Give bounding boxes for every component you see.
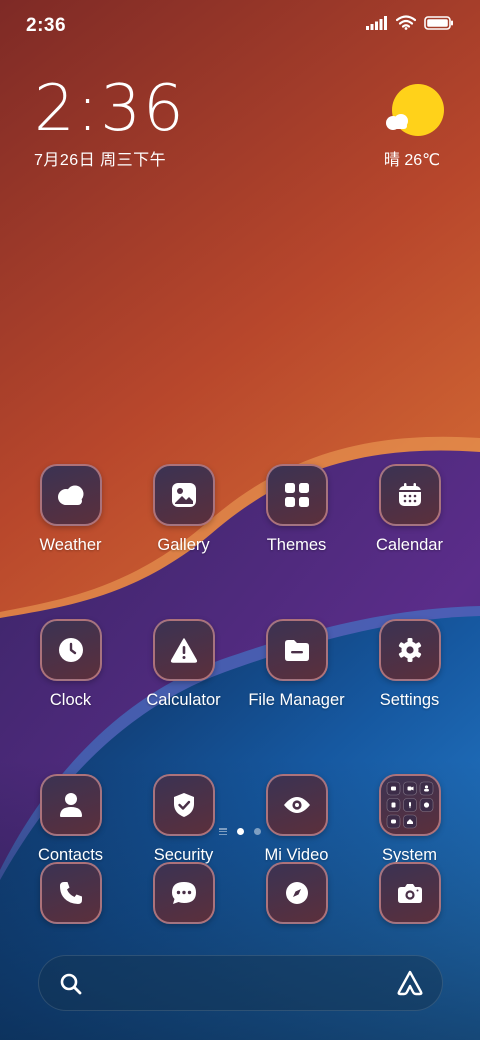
widget-date: 7月26日 周三下午 (34, 152, 167, 169)
mi-video-icon (283, 797, 310, 813)
security-icon (173, 793, 194, 817)
page-dot (254, 828, 261, 835)
app-tile[interactable] (378, 774, 441, 836)
page-dot-active (237, 828, 244, 835)
feed-page-indicator-icon (219, 828, 227, 835)
battery-icon (424, 15, 453, 30)
app-system-folder[interactable]: System (353, 774, 466, 865)
app-tile[interactable] (152, 619, 215, 681)
system-folder-icon (386, 781, 433, 829)
search-icon (60, 973, 82, 995)
app-label: Calculator (146, 691, 221, 709)
app-tile[interactable] (39, 619, 102, 681)
app-tile[interactable] (152, 464, 215, 526)
contacts-icon (59, 793, 82, 817)
app-row: Contacts Security Mi Video System (14, 774, 466, 865)
app-label: Weather (39, 536, 102, 554)
app-tile[interactable] (265, 774, 328, 836)
app-weather[interactable]: Weather (14, 464, 127, 555)
assistant-icon[interactable] (396, 970, 424, 996)
clock-widget[interactable]: 2:36 7月26日 周三下午 (34, 76, 186, 170)
app-label: Themes (266, 536, 327, 554)
app-themes[interactable]: Themes (240, 464, 353, 555)
file-manager-icon (284, 640, 309, 661)
dock (14, 862, 466, 924)
app-tile[interactable] (39, 862, 102, 924)
clock-icon (58, 638, 83, 662)
browser-icon (285, 882, 308, 904)
status-icons (366, 15, 454, 30)
app-label: Clock (49, 691, 92, 709)
cloud-icon (386, 114, 408, 130)
app-label: File Manager (248, 691, 345, 709)
app-gallery[interactable]: Gallery (127, 464, 240, 555)
app-contacts[interactable]: Contacts (14, 774, 127, 865)
app-label: Settings (379, 691, 440, 709)
calculator-icon (170, 638, 197, 663)
dock-camera[interactable] (353, 862, 466, 924)
phone-icon (59, 882, 82, 904)
signal-icon (366, 15, 387, 30)
app-calendar[interactable]: Calendar (353, 464, 466, 555)
search-bar[interactable] (38, 955, 443, 1011)
app-tile[interactable] (152, 862, 215, 924)
app-label: Calendar (376, 536, 443, 554)
status-bar: 2:36 (0, 0, 480, 50)
weather-icon (57, 485, 83, 505)
app-file-manager[interactable]: File Manager (240, 619, 353, 710)
app-security[interactable]: Security (127, 774, 240, 865)
app-row: Clock Calculator File Manager Settings (14, 619, 466, 710)
app-tile[interactable] (265, 464, 328, 526)
app-tile[interactable] (39, 774, 102, 836)
app-mi-video[interactable]: Mi Video (240, 774, 353, 865)
dock-phone[interactable] (14, 862, 127, 924)
settings-icon (398, 638, 421, 662)
app-calculator[interactable]: Calculator (127, 619, 240, 710)
app-grid: Weather Gallery Themes Calendar Clock Ca… (14, 464, 466, 929)
app-tile[interactable] (152, 774, 215, 836)
app-tile[interactable] (378, 464, 441, 526)
themes-icon (284, 483, 309, 507)
app-tile[interactable] (39, 464, 102, 526)
wifi-icon (396, 15, 416, 30)
dock-browser[interactable] (240, 862, 353, 924)
app-tile[interactable] (265, 862, 328, 924)
widget-time: 2:36 (34, 72, 186, 146)
calendar-icon (398, 483, 421, 506)
camera-icon (397, 884, 422, 903)
dock-messages[interactable] (127, 862, 240, 924)
app-tile[interactable] (265, 619, 328, 681)
weather-text: 晴 26℃ (383, 152, 441, 169)
app-tile[interactable] (378, 862, 441, 924)
page-indicator[interactable] (0, 828, 480, 835)
messages-icon (171, 882, 196, 904)
app-tile[interactable] (378, 619, 441, 681)
gallery-icon (171, 483, 196, 507)
app-row: Weather Gallery Themes Calendar (14, 464, 466, 555)
app-settings[interactable]: Settings (353, 619, 466, 710)
app-label: Gallery (157, 536, 210, 554)
status-time: 2:36 (26, 15, 67, 36)
app-clock[interactable]: Clock (14, 619, 127, 710)
